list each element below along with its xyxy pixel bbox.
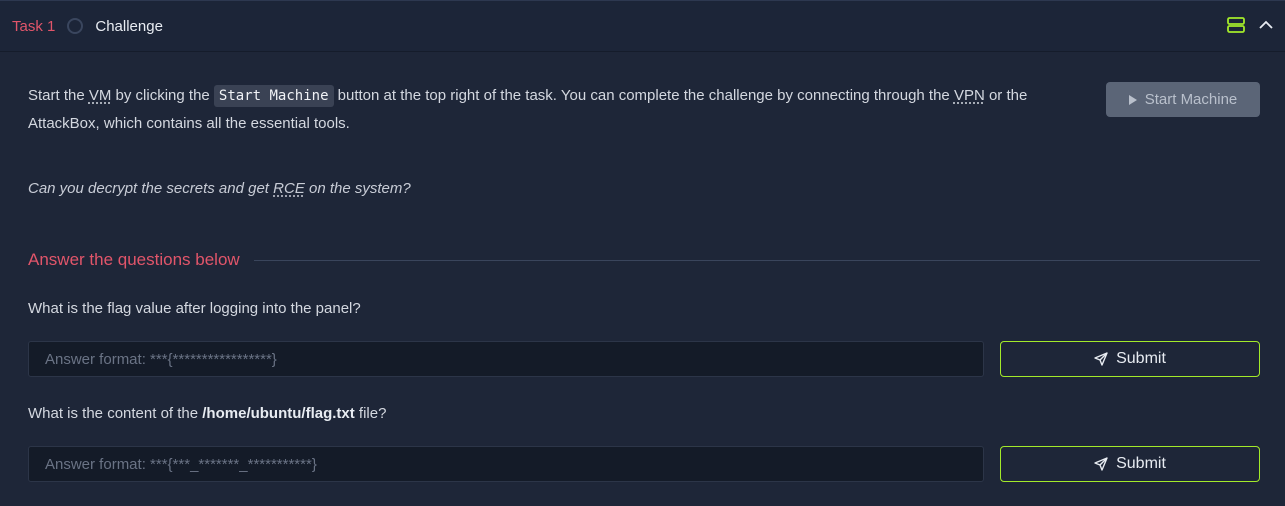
send-icon [1094, 352, 1108, 366]
questions-heading: Answer the questions below [28, 250, 240, 269]
answer-input-1[interactable] [28, 341, 984, 377]
play-icon [1128, 94, 1137, 105]
submit-button-1[interactable]: Submit [1000, 341, 1260, 377]
task-content: Start the VM by clicking the Start Machi… [0, 52, 1285, 506]
start-machine-code: Start Machine [213, 85, 334, 107]
rce-abbreviation: RCE [273, 180, 305, 197]
question-text-part: file? [354, 405, 387, 422]
prompt-text: on the system? [304, 180, 411, 197]
challenge-prompt: Can you decrypt the secrets and get RCE … [28, 180, 411, 197]
task-status-circle-icon [67, 18, 84, 34]
start-machine-label: Start Machine [1144, 91, 1238, 108]
question-1-text: What is the flag value after logging int… [28, 300, 361, 317]
answer-input-2[interactable] [28, 446, 984, 482]
submit-label: Submit [1116, 455, 1166, 472]
server-icon[interactable] [1227, 17, 1245, 33]
question-text-part: What is the content of the [28, 405, 203, 422]
section-divider [254, 260, 1260, 261]
chevron-up-icon[interactable] [1259, 20, 1273, 30]
description-text: Start the [28, 87, 89, 104]
description-text: button at the top right of the task. You… [333, 87, 954, 104]
question-2-text: What is the content of the /home/ubuntu/… [28, 405, 386, 422]
vm-abbreviation: VM [88, 87, 112, 104]
description-text: by clicking the [111, 87, 214, 104]
send-icon [1094, 457, 1108, 471]
submit-label: Submit [1116, 350, 1166, 367]
file-path: /home/ubuntu/flag.txt [202, 405, 355, 422]
task-number-label: Task 1 [12, 17, 56, 35]
vpn-abbreviation: VPN [953, 87, 985, 104]
prompt-text: Can you decrypt the secrets and get [28, 180, 274, 197]
start-machine-button[interactable]: Start Machine [1106, 82, 1260, 117]
task-description: Start the VM by clicking the Start Machi… [28, 82, 1038, 138]
task-title: Challenge [95, 17, 163, 35]
task-header[interactable]: Task 1 Challenge [0, 0, 1285, 52]
submit-button-2[interactable]: Submit [1000, 446, 1260, 482]
